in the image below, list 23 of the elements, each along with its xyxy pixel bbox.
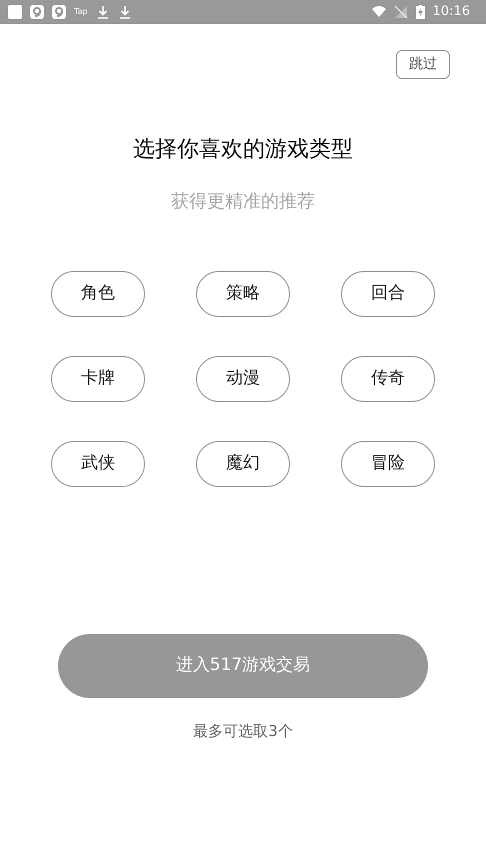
notification-text: Tap bbox=[74, 6, 88, 18]
genre-tag[interactable]: 冒险 bbox=[341, 441, 435, 487]
page-title: 选择你喜欢的游戏类型 bbox=[133, 136, 353, 164]
subtitle: 获得更精准的推荐 bbox=[171, 190, 315, 214]
download-icon bbox=[96, 5, 110, 19]
wifi-icon bbox=[372, 5, 386, 19]
selection-limit-hint: 最多可选取3个 bbox=[193, 721, 293, 742]
download-icon bbox=[118, 5, 132, 19]
genre-tag[interactable]: 动漫 bbox=[196, 356, 290, 402]
genre-tag[interactable]: 武侠 bbox=[51, 441, 145, 487]
genre-tag[interactable]: 传奇 bbox=[341, 356, 435, 402]
genre-tag[interactable]: 策略 bbox=[196, 271, 290, 317]
no-signal-icon bbox=[394, 5, 408, 19]
app-icon bbox=[8, 5, 22, 19]
app-icon bbox=[52, 5, 66, 19]
app-icon bbox=[30, 5, 44, 19]
battery-icon bbox=[416, 5, 425, 19]
genre-tag[interactable]: 回合 bbox=[341, 271, 435, 317]
genre-tag[interactable]: 魔幻 bbox=[196, 441, 290, 487]
genre-tag[interactable]: 卡牌 bbox=[51, 356, 145, 402]
genre-tag[interactable]: 角色 bbox=[51, 271, 145, 317]
skip-button[interactable]: 跳过 bbox=[396, 50, 450, 79]
clock: 10:16 bbox=[432, 3, 470, 22]
